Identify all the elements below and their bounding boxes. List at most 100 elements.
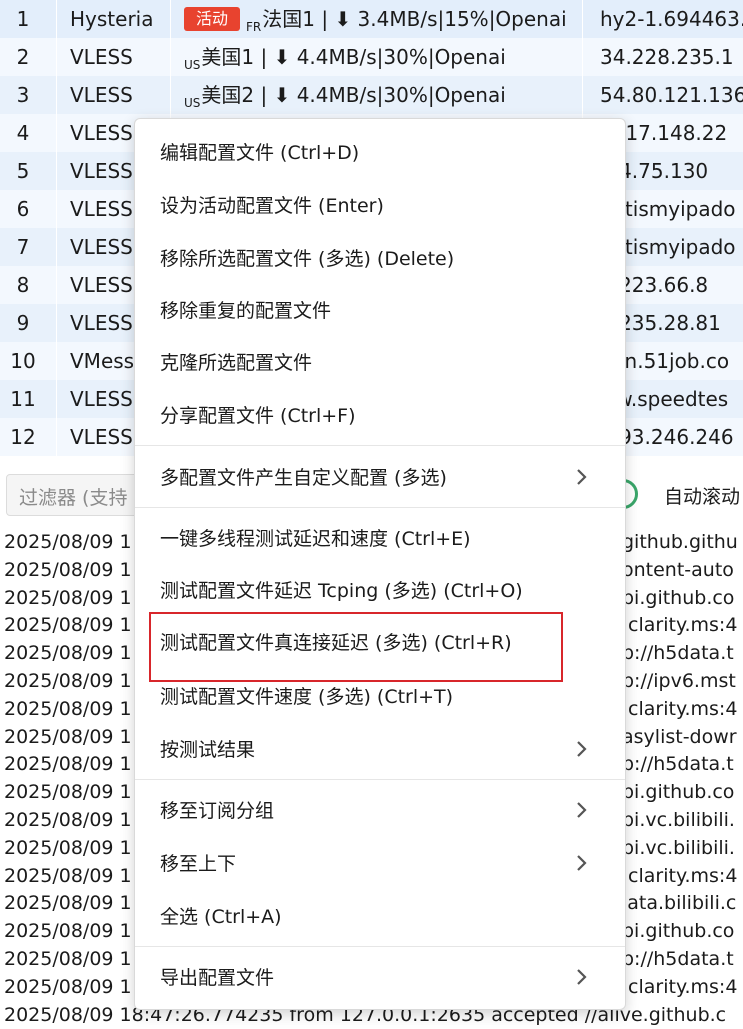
menu-item-label: 移除所选配置文件 (多选) (Delete): [160, 248, 455, 270]
row-address: hy2-1.694463...: [600, 7, 743, 31]
log-tail: pi.vc.bilibili.: [622, 836, 735, 859]
menu-item[interactable]: 克隆所选配置文件: [135, 337, 625, 387]
log-tail: p://h5data.t: [622, 753, 734, 776]
log-tail: .clarity.ms:4: [622, 697, 738, 720]
row-index: 11: [10, 387, 36, 411]
row-remark: US美国1 | ⬇ 4.4MB/s|30%|Openai: [184, 38, 580, 76]
log-timestamp: 2025/08/09 1: [4, 948, 132, 970]
log-tail: github.githu: [622, 531, 738, 553]
menu-item-label: 一键多线程测试延迟和速度 (Ctrl+E): [160, 528, 471, 550]
log-timestamp: 2025/08/09 1: [4, 586, 132, 609]
menu-item[interactable]: 编辑配置文件 (Ctrl+D): [135, 127, 625, 177]
menu-item-label: 全选 (Ctrl+A): [160, 906, 282, 928]
log-tail: p://ipv6.mst: [622, 670, 736, 692]
menu-item[interactable]: 测试配置文件延迟 Tcping (多选) (Ctrl+O): [135, 565, 625, 615]
remark-text: 美国2 | ⬇ 4.4MB/s|30%|Openai: [201, 83, 506, 107]
menu-item[interactable]: 移除重复的配置文件: [135, 285, 625, 335]
log-tail: .clarity.ms:4: [622, 614, 738, 637]
menu-item-label: 测试配置文件延迟 Tcping (多选) (Ctrl+O): [160, 580, 523, 602]
menu-item-label: 分享配置文件 (Ctrl+F): [160, 405, 356, 427]
log-timestamp: 2025/08/09 1: [4, 864, 132, 887]
log-tail: p://h5data.t: [622, 948, 734, 970]
menu-item[interactable]: 按测试结果: [135, 724, 625, 774]
menu-item-label: 克隆所选配置文件: [160, 352, 313, 374]
row-type: Hysteria: [70, 7, 154, 31]
chevron-right-icon: [577, 741, 587, 757]
log-timestamp: 2025/08/09 1: [4, 809, 132, 831]
menu-item-label: 移至订阅分组: [160, 800, 275, 822]
log-timestamp: 2025/08/09 1: [4, 753, 132, 776]
row-index: 2: [16, 45, 30, 69]
menu-item-label: 移至上下: [160, 853, 237, 875]
table-row[interactable]: 3 VLESS US美国2 | ⬇ 4.4MB/s|30%|Openai 54.…: [0, 76, 743, 114]
log-timestamp: 2025/08/09 1: [4, 975, 132, 998]
log-timestamp: 2025/08/09 1: [4, 781, 132, 804]
log-timestamp: 2025/08/09 1: [4, 892, 132, 915]
country-code: FR: [246, 20, 262, 34]
log-tail: pi.github.co: [622, 586, 735, 609]
table-row[interactable]: 2 VLESS US美国1 | ⬇ 4.4MB/s|30%|Openai 34.…: [0, 38, 743, 76]
log-timestamp: 2025/08/09 1: [4, 836, 132, 859]
menu-item-label: 多配置文件产生自定义配置 (多选): [160, 467, 447, 489]
menu-item-label: 设为活动配置文件 (Enter): [160, 195, 384, 217]
remark-text: 法国1 | ⬇ 3.4MB/s|15%|Openai: [262, 7, 567, 31]
log-tail: .clarity.ms:4: [622, 975, 738, 998]
log-tail: p://h5data.t: [622, 642, 734, 665]
log-timestamp: 2025/08/09 1: [4, 531, 132, 553]
log-tail: pi.vc.bilibili.: [622, 809, 735, 831]
menu-item-label: 编辑配置文件 (Ctrl+D): [160, 142, 360, 164]
log-tail: lata.bilibili.c: [622, 892, 737, 915]
menu-item-label: 移除重复的配置文件: [160, 300, 332, 322]
row-index: 8: [16, 273, 30, 297]
menu-item[interactable]: 多配置文件产生自定义配置 (多选): [135, 452, 625, 502]
table-row[interactable]: 1 Hysteria 活动 FR法国1 | ⬇ 3.4MB/s|15%|Opena…: [0, 0, 743, 38]
menu-item-label: 按测试结果: [160, 739, 256, 761]
row-index: 7: [16, 235, 30, 259]
row-index: 3: [16, 83, 30, 107]
row-remark: US美国2 | ⬇ 4.4MB/s|30%|Openai: [184, 76, 580, 114]
menu-item[interactable]: 一键多线程测试延迟和速度 (Ctrl+E): [135, 513, 625, 563]
menu-separator: [135, 779, 625, 780]
row-index: 1: [16, 7, 30, 31]
country-code: US: [184, 96, 201, 110]
menu-item[interactable]: 设为活动配置文件 (Enter): [135, 180, 625, 230]
chevron-right-icon: [577, 855, 587, 871]
row-index: 6: [16, 197, 30, 221]
log-timestamp: 2025/08/09 1: [4, 920, 132, 943]
filter-placeholder: 过滤器 (支持: [19, 487, 128, 509]
chevron-right-icon: [577, 469, 587, 485]
log-tail: pi.github.co: [622, 920, 735, 943]
row-type: VLESS: [70, 83, 133, 107]
log-timestamp: 2025/08/09 1: [4, 725, 132, 748]
menu-item[interactable]: 导出配置文件: [135, 952, 625, 1002]
log-tail: pi.github.co: [622, 781, 735, 804]
chevron-right-icon: [577, 969, 587, 985]
menu-item[interactable]: 分享配置文件 (Ctrl+F): [135, 390, 625, 440]
log-timestamp: 2025/08/09 1: [4, 697, 132, 720]
context-menu: 编辑配置文件 (Ctrl+D) 设为活动配置文件 (Enter) 移除所选配置文件 …: [134, 118, 626, 1010]
menu-item[interactable]: 移除所选配置文件 (多选) (Delete): [135, 233, 625, 283]
country-code: US: [184, 58, 201, 72]
row-remark: 活动 FR法国1 | ⬇ 3.4MB/s|15%|Openai: [184, 0, 580, 38]
log-timestamp: 2025/08/09 1: [4, 614, 132, 637]
log-tail: .clarity.ms:4: [622, 864, 738, 887]
log-tail: ontent-auto: [622, 558, 734, 581]
row-index: 4: [16, 121, 30, 145]
log-timestamp: 2025/08/09 1: [4, 670, 132, 692]
highlight-box: [149, 612, 563, 682]
row-type: VLESS: [70, 45, 133, 69]
menu-item-label: 测试配置文件速度 (多选) (Ctrl+T): [160, 686, 454, 708]
menu-separator: [135, 507, 625, 508]
active-badge: 活动: [184, 6, 241, 31]
remark-text: 美国1 | ⬇ 4.4MB/s|30%|Openai: [201, 45, 506, 69]
log-tail: asylist-dowr: [622, 725, 737, 748]
row-index: 5: [16, 159, 30, 183]
row-address: 54.80.121.136: [600, 83, 743, 107]
menu-item[interactable]: 移至订阅分组: [135, 785, 625, 835]
menu-item[interactable]: 移至上下: [135, 838, 625, 888]
menu-item[interactable]: 全选 (Ctrl+A): [135, 891, 625, 941]
row-address: 34.228.235.1: [600, 45, 734, 69]
row-index: 12: [10, 425, 36, 449]
chevron-right-icon: [577, 802, 587, 818]
column-divider: [56, 0, 57, 456]
